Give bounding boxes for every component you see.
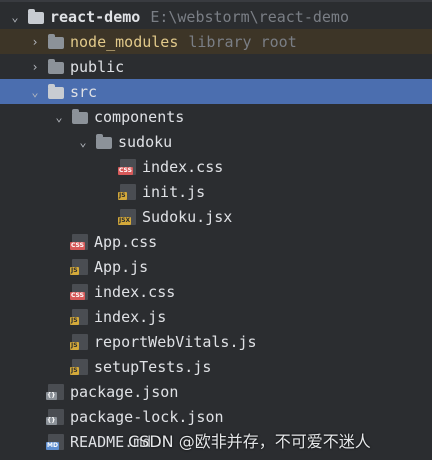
tree-item-file[interactable]: JS App.js — [0, 254, 432, 279]
js-file-icon: JS — [70, 258, 88, 275]
json-file-icon: {} — [46, 383, 64, 400]
js-file-icon: JS — [70, 308, 88, 325]
chevron-down-icon[interactable]: ⌄ — [8, 10, 22, 24]
tree-item-root[interactable]: ⌄ react-demo E:\webstorm\react-demo — [0, 4, 432, 29]
library-root-hint: library root — [188, 32, 297, 51]
root-name: react-demo — [50, 7, 141, 26]
js-file-icon: JS — [70, 333, 88, 350]
tree-item-file[interactable]: JS setupTests.js — [0, 354, 432, 379]
file-type-badge: JS — [70, 341, 79, 350]
tree-item-file[interactable]: {} package.json — [0, 379, 432, 404]
file-label: reportWebVitals.js — [94, 332, 257, 351]
tree-item-file[interactable]: JS index.js — [0, 304, 432, 329]
file-type-badge: {} — [46, 391, 57, 400]
folder-icon — [72, 109, 88, 124]
folder-icon — [48, 84, 64, 99]
tree-item-components[interactable]: ⌄ components — [0, 104, 432, 129]
chevron-down-icon[interactable]: ⌄ — [76, 135, 90, 149]
project-tree[interactable]: ⌄ react-demo E:\webstorm\react-demo › no… — [0, 4, 432, 454]
js-file-icon: JS — [118, 183, 136, 200]
tree-item-file[interactable]: CSS index.css — [0, 154, 432, 179]
public-label: public — [70, 57, 125, 76]
file-type-badge: JS — [118, 191, 127, 200]
root-path: E:\webstorm\react-demo — [150, 7, 349, 26]
tree-item-file[interactable]: CSS index.css — [0, 279, 432, 304]
jsx-file-icon: JSX — [118, 208, 136, 225]
tree-item-file[interactable]: JS init.js — [0, 179, 432, 204]
file-label: App.js — [94, 257, 149, 276]
file-label: Sudoku.jsx — [142, 207, 233, 226]
css-file-icon: CSS — [70, 283, 88, 300]
file-label: setupTests.js — [94, 357, 212, 376]
chevron-right-icon[interactable]: › — [28, 35, 42, 49]
file-label: index.css — [94, 282, 176, 301]
tree-item-public[interactable]: › public — [0, 54, 432, 79]
top-divider — [0, 0, 432, 2]
node-modules-label: node_modules — [70, 32, 179, 51]
js-file-icon: JS — [70, 358, 88, 375]
file-type-badge: CSS — [70, 291, 85, 300]
file-type-badge: JSX — [118, 216, 132, 225]
file-label: init.js — [142, 182, 206, 201]
json-file-icon: {} — [46, 408, 64, 425]
chevron-down-icon[interactable]: ⌄ — [52, 110, 66, 124]
src-label: src — [70, 82, 98, 101]
file-type-badge: {} — [46, 416, 57, 425]
chevron-right-icon[interactable]: › — [28, 60, 42, 74]
file-label: package.json — [70, 382, 179, 401]
tree-item-file[interactable]: JSX Sudoku.jsx — [0, 204, 432, 229]
folder-icon — [48, 59, 64, 74]
folder-icon — [48, 34, 64, 49]
file-type-badge: CSS — [70, 241, 85, 250]
css-file-icon: CSS — [70, 233, 88, 250]
css-file-icon: CSS — [118, 158, 136, 175]
folder-icon — [28, 9, 44, 24]
tree-item-file[interactable]: CSS App.css — [0, 229, 432, 254]
tree-item-file[interactable]: JS reportWebVitals.js — [0, 329, 432, 354]
components-label: components — [94, 107, 185, 126]
file-label: App.css — [94, 232, 158, 251]
file-type-badge: JS — [70, 366, 79, 375]
file-label: index.js — [94, 307, 167, 326]
tree-item-file[interactable]: {} package-lock.json — [0, 404, 432, 429]
chevron-down-icon[interactable]: ⌄ — [28, 85, 42, 99]
folder-icon — [96, 134, 112, 149]
file-type-badge: JS — [70, 316, 79, 325]
file-type-badge: MD — [46, 441, 59, 450]
sudoku-label: sudoku — [118, 132, 173, 151]
file-label: package-lock.json — [70, 407, 224, 426]
file-label: index.css — [142, 157, 224, 176]
tree-item-node-modules[interactable]: › node_modules library root — [0, 29, 432, 54]
file-type-badge: JS — [70, 266, 79, 275]
tree-item-sudoku[interactable]: ⌄ sudoku — [0, 129, 432, 154]
file-type-badge: CSS — [118, 166, 133, 175]
markdown-file-icon: MD — [46, 433, 64, 450]
tree-item-src[interactable]: ⌄ src — [0, 79, 432, 104]
watermark: CSDN @欧非并存，不可爱不迷人 — [128, 432, 371, 451]
